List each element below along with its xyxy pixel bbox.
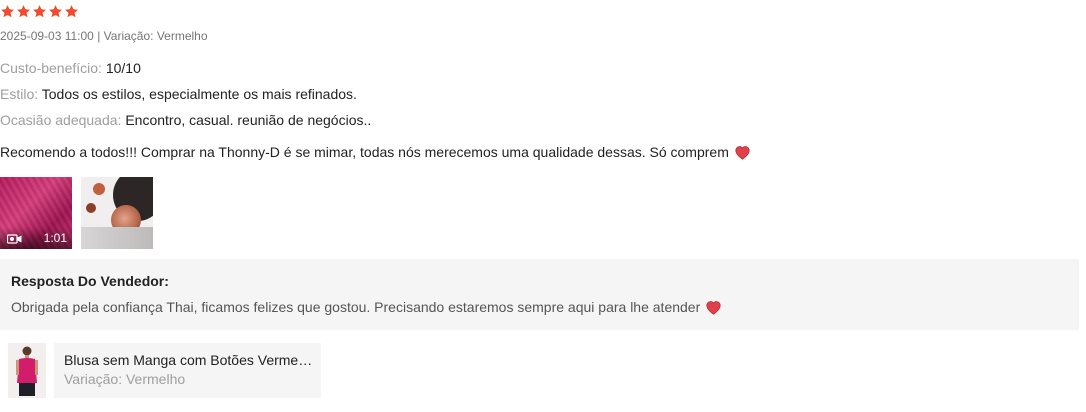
review-meta: 2025-09-03 11:00 | Variação: Vermelho [0,29,208,43]
attribute-key: Ocasião adequada: [0,112,122,128]
product-card[interactable]: Blusa sem Manga com Botões Vermelho Vari… [54,343,321,398]
heart-icon [734,145,751,160]
star-icon [64,4,79,19]
review-date: 2025-09-03 11:00 [0,29,94,43]
product-thumbnail[interactable] [8,343,46,398]
product-name: Blusa sem Manga com Botões Vermelho [64,352,314,368]
star-icon [32,4,47,19]
review-image-thumbnail[interactable] [81,177,153,249]
image-content [86,203,96,213]
attribute-value: Todos os estilos, especialmente os mais … [41,86,357,102]
attribute-value: 10/10 [105,60,141,76]
star-icon [16,4,31,19]
variation-value: Vermelho [156,29,208,43]
review-comment-text: Recomendo a todos!!! Comprar na Thonny-D… [0,144,729,160]
seller-reply-text: Obrigada pela confiança Thai, ficamos fe… [11,299,701,315]
seller-reply-text-row: Obrigada pela confiança Thai, ficamos fe… [11,299,722,315]
star-icon [0,4,15,19]
image-content [81,227,153,249]
star-icon [48,4,63,19]
seller-reply-title: Resposta Do Vendedor: [11,273,169,289]
review-video-thumbnail[interactable]: 1:01 [0,177,72,249]
seller-reply: Resposta Do Vendedor: Obrigada pela conf… [0,259,1079,330]
image-content [93,183,105,195]
variation-label: Variação: [103,29,154,43]
attribute-key: Custo-benefício: [0,60,102,76]
heart-icon [705,300,722,315]
attribute-key: Estilo: [0,86,39,102]
rating-stars [0,4,79,19]
attribute-style: Estilo: Todos os estilos, especialmente … [0,86,357,102]
product-variation: Variação: Vermelho [64,371,186,387]
attribute-value: Encontro, casual. reunião de negócios.. [125,112,372,128]
attribute-value-for-money: Custo-benefício: 10/10 [0,60,141,76]
review-comment: Recomendo a todos!!! Comprar na Thonny-D… [0,144,751,160]
attribute-occasion: Ocasião adequada: Encontro, casual. reun… [0,112,371,128]
meta-separator: | [97,29,101,43]
video-duration: 1:01 [43,231,67,245]
video-camera-icon [7,234,22,244]
